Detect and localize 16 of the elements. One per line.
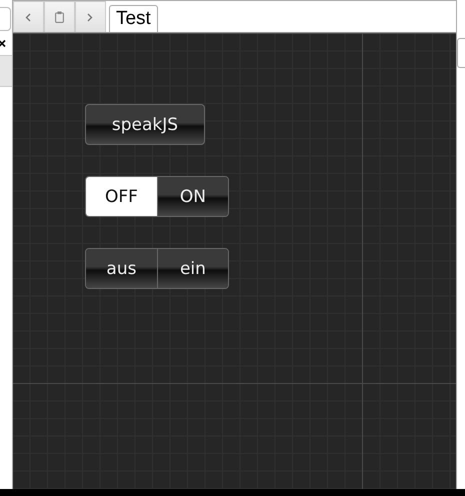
tab[interactable]: Test — [108, 5, 158, 32]
segment-button[interactable]: ON — [156, 177, 228, 216]
input-field[interactable] — [457, 38, 465, 68]
forward-icon — [87, 12, 94, 22]
back-icon — [25, 12, 32, 22]
segment-button[interactable]: ein — [156, 249, 228, 288]
segment-button[interactable]: aus — [86, 249, 157, 288]
speak-button[interactable]: speakJS — [84, 104, 205, 145]
segment-button[interactable]: OFF — [86, 177, 157, 216]
list-item[interactable] — [0, 55, 12, 87]
forward-button[interactable] — [74, 1, 106, 32]
close-icon[interactable] — [0, 39, 6, 48]
back-button[interactable] — [12, 1, 44, 32]
clipboard-icon — [54, 11, 64, 23]
clipboard-button[interactable] — [44, 1, 75, 32]
input-field[interactable] — [0, 7, 11, 31]
